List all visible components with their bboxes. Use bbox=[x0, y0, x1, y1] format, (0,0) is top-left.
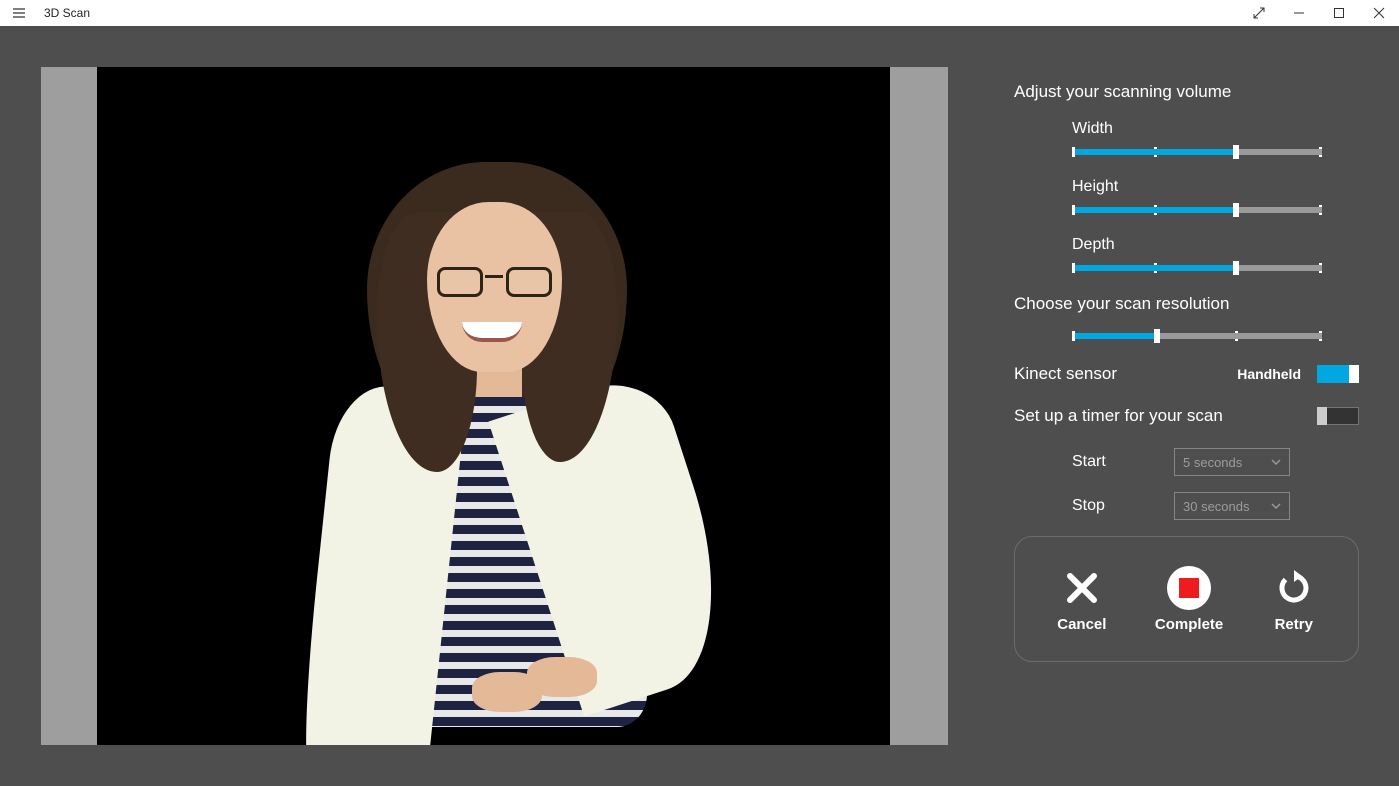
retry-label: Retry bbox=[1275, 616, 1313, 633]
scan-preview-frame bbox=[41, 67, 948, 745]
scanning-volume-heading: Adjust your scanning volume bbox=[1014, 82, 1359, 102]
chevron-down-icon bbox=[1271, 457, 1281, 467]
width-label: Width bbox=[1072, 120, 1359, 138]
depth-label: Depth bbox=[1072, 236, 1359, 254]
width-slider[interactable] bbox=[1072, 148, 1322, 156]
settings-panel: Adjust your scanning volume Width Height… bbox=[1014, 82, 1359, 662]
start-label: Start bbox=[1072, 453, 1114, 471]
kinect-mode: Handheld bbox=[1237, 366, 1301, 382]
scan-preview bbox=[97, 67, 890, 745]
start-value: 5 seconds bbox=[1183, 455, 1242, 470]
action-panel: Cancel Complete Retry bbox=[1014, 536, 1359, 662]
depth-slider[interactable] bbox=[1072, 264, 1322, 272]
resolution-slider[interactable] bbox=[1072, 332, 1322, 340]
stop-dropdown[interactable]: 30 seconds bbox=[1174, 492, 1290, 520]
height-label: Height bbox=[1072, 178, 1359, 196]
fullscreen-button[interactable] bbox=[1239, 0, 1279, 26]
stop-record-icon bbox=[1167, 566, 1211, 610]
resolution-heading: Choose your scan resolution bbox=[1014, 294, 1359, 314]
close-icon bbox=[1373, 7, 1385, 19]
stop-label: Stop bbox=[1072, 497, 1114, 515]
app-title: 3D Scan bbox=[44, 6, 90, 20]
timer-row: Set up a timer for your scan bbox=[1014, 406, 1359, 426]
maximize-icon bbox=[1333, 7, 1345, 19]
timer-start-row: Start 5 seconds bbox=[1072, 448, 1359, 476]
height-slider[interactable] bbox=[1072, 206, 1322, 214]
timer-toggle[interactable] bbox=[1317, 407, 1359, 425]
menu-button[interactable] bbox=[0, 6, 38, 20]
start-dropdown[interactable]: 5 seconds bbox=[1174, 448, 1290, 476]
kinect-sensor-row: Kinect sensor Handheld bbox=[1014, 364, 1359, 384]
diagonal-arrows-icon bbox=[1253, 7, 1265, 19]
stop-value: 30 seconds bbox=[1183, 499, 1250, 514]
titlebar: 3D Scan bbox=[0, 0, 1399, 26]
close-button[interactable] bbox=[1359, 0, 1399, 26]
cancel-icon bbox=[1065, 571, 1099, 605]
hamburger-icon bbox=[12, 6, 26, 20]
complete-label: Complete bbox=[1155, 616, 1223, 633]
cancel-button[interactable]: Cancel bbox=[1057, 566, 1106, 633]
retry-button[interactable]: Retry bbox=[1272, 566, 1316, 633]
cancel-label: Cancel bbox=[1057, 616, 1106, 633]
complete-button[interactable]: Complete bbox=[1155, 566, 1223, 633]
kinect-toggle[interactable] bbox=[1317, 365, 1359, 383]
kinect-label: Kinect sensor bbox=[1014, 364, 1117, 384]
timer-stop-row: Stop 30 seconds bbox=[1072, 492, 1359, 520]
minimize-button[interactable] bbox=[1279, 0, 1319, 26]
maximize-button[interactable] bbox=[1319, 0, 1359, 26]
window-controls bbox=[1239, 0, 1399, 26]
minimize-icon bbox=[1293, 7, 1305, 19]
scan-subject-illustration bbox=[287, 152, 717, 712]
retry-icon bbox=[1276, 570, 1312, 606]
chevron-down-icon bbox=[1271, 501, 1281, 511]
timer-label: Set up a timer for your scan bbox=[1014, 406, 1223, 426]
